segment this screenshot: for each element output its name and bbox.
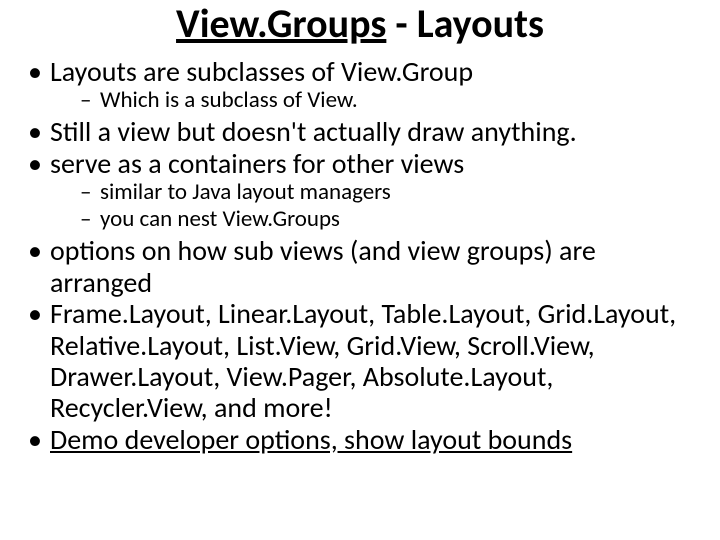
sub-bullet-list: Which is a subclass of View. — [50, 87, 698, 114]
slide-title: View.Groups - Layouts — [22, 2, 698, 46]
sub-bullet-text: similar to Java layout managers — [100, 178, 391, 206]
title-part-plain: - Layouts — [386, 0, 544, 48]
bullet-item: Demo developer options, show layout boun… — [22, 424, 698, 455]
sub-bullet-item: Which is a subclass of View. — [50, 87, 698, 114]
bullet-text: options on how sub views (and view group… — [50, 233, 596, 299]
bullet-text: Demo developer options, show layout boun… — [50, 422, 572, 457]
title-part-underlined: View.Groups — [176, 0, 386, 48]
sub-bullet-text: you can nest View.Groups — [100, 205, 340, 233]
sub-bullet-list: similar to Java layout managers you can … — [50, 179, 698, 233]
sub-bullet-item: you can nest View.Groups — [50, 206, 698, 233]
bullet-text: serve as a containers for other views — [50, 146, 464, 181]
bullet-text: Still a view but doesn't actually draw a… — [50, 114, 577, 149]
bullet-item: Still a view but doesn't actually draw a… — [22, 116, 698, 147]
bullet-item: Layouts are subclasses of View.Group Whi… — [22, 56, 698, 114]
bullet-text: Frame.Layout, Linear.Layout, Table.Layou… — [50, 296, 676, 425]
sub-bullet-text: Which is a subclass of View. — [100, 86, 358, 114]
slide: View.Groups - Layouts Layouts are subcla… — [0, 0, 720, 540]
bullet-item: Frame.Layout, Linear.Layout, Table.Layou… — [22, 298, 698, 423]
bullet-item: options on how sub views (and view group… — [22, 235, 698, 298]
sub-bullet-item: similar to Java layout managers — [50, 179, 698, 206]
bullet-item: serve as a containers for other views si… — [22, 148, 698, 234]
bullet-list: Layouts are subclasses of View.Group Whi… — [22, 56, 698, 455]
bullet-text: Layouts are subclasses of View.Group — [50, 54, 473, 89]
